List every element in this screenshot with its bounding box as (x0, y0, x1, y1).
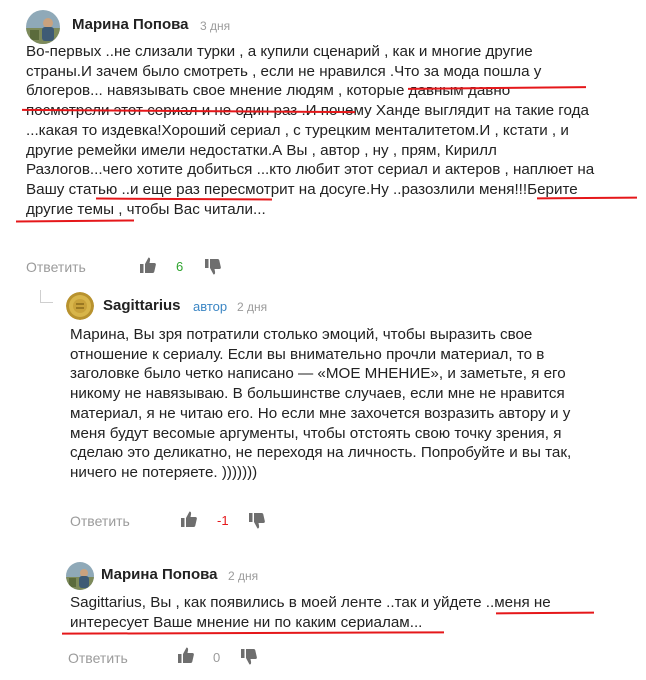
comment-line: заголовке было четко написано — «МОЕ МНЕ… (70, 365, 566, 383)
reply-button[interactable]: Ответить (70, 513, 130, 529)
comment-date: 3 дня (200, 19, 231, 33)
comment-line: Во-первых ..не слизали турки , а купили … (26, 43, 533, 60)
comment-text: Марина, Вы зря потратили столько эмоций,… (70, 325, 571, 483)
comment-line: ничего не потеряете. ))))))) (70, 463, 258, 481)
comment-line: другие темы , чтобы Вас читали... (26, 200, 266, 218)
comment-line: никому не навязываю. В большинстве случа… (70, 385, 565, 403)
comment-line: Марина, Вы зря потратили столько эмоций,… (70, 326, 533, 343)
comment-author[interactable]: Марина Попова (72, 16, 189, 33)
comment-author[interactable]: Марина Попова (101, 566, 218, 583)
comment-line: меня будут весомые аргументы, чтобы отст… (70, 424, 562, 442)
thumbs-down-icon[interactable] (248, 512, 266, 530)
thread-connector (40, 290, 53, 303)
avatar[interactable] (66, 562, 94, 590)
comment-text: Sagittarius, Вы , как появились в моей л… (70, 593, 551, 632)
comment-date: 2 дня (228, 569, 259, 583)
like-count: 6 (176, 259, 184, 274)
thumbs-up-icon[interactable] (180, 510, 198, 528)
thumbs-down-icon[interactable] (240, 648, 258, 666)
highlight-underline (536, 196, 638, 200)
highlight-underline (495, 611, 595, 615)
comment-line: отношение к сериалу. Если вы внимательно… (70, 345, 545, 363)
comment-line: Разлогов...чего хотите добиться ...кто л… (26, 161, 595, 179)
comment-line: ...какая то издевка!Хороший сериал , с т… (26, 121, 569, 139)
comment-line: материал, я не читаю его. Но если мне за… (70, 404, 571, 422)
comment-line: сделаю это деликатно, не переходя на лич… (70, 444, 572, 462)
comment-line: блогеров... навязывать свое мнение людям… (26, 82, 511, 100)
comment-date: 2 дня (237, 300, 268, 314)
reply-button[interactable]: Ответить (68, 650, 128, 666)
like-count: 0 (213, 650, 221, 665)
avatar[interactable] (26, 10, 60, 44)
thumbs-up-icon[interactable] (139, 256, 157, 274)
comment-text: Во-первых ..не слизали турки , а купили … (26, 42, 594, 219)
author-badge: автор (193, 299, 228, 314)
avatar[interactable] (66, 292, 94, 320)
comment-line: другие ремейки имели недостатки.А Вы , а… (26, 141, 497, 159)
highlight-underline (15, 219, 135, 223)
thumbs-down-icon[interactable] (204, 258, 222, 276)
comment-line: страны.И зачем было смотреть , если не н… (26, 62, 542, 80)
reply-button[interactable]: Ответить (26, 259, 86, 275)
highlight-underline (61, 631, 445, 635)
comment-author[interactable]: Sagittarius (103, 297, 181, 314)
comment-line: интересует Ваше мнение ни по каким сериа… (70, 613, 423, 631)
comment-line: Sagittarius, Вы , как появились в моей л… (70, 594, 551, 611)
like-count: -1 (217, 513, 229, 528)
thumbs-up-icon[interactable] (177, 646, 195, 664)
